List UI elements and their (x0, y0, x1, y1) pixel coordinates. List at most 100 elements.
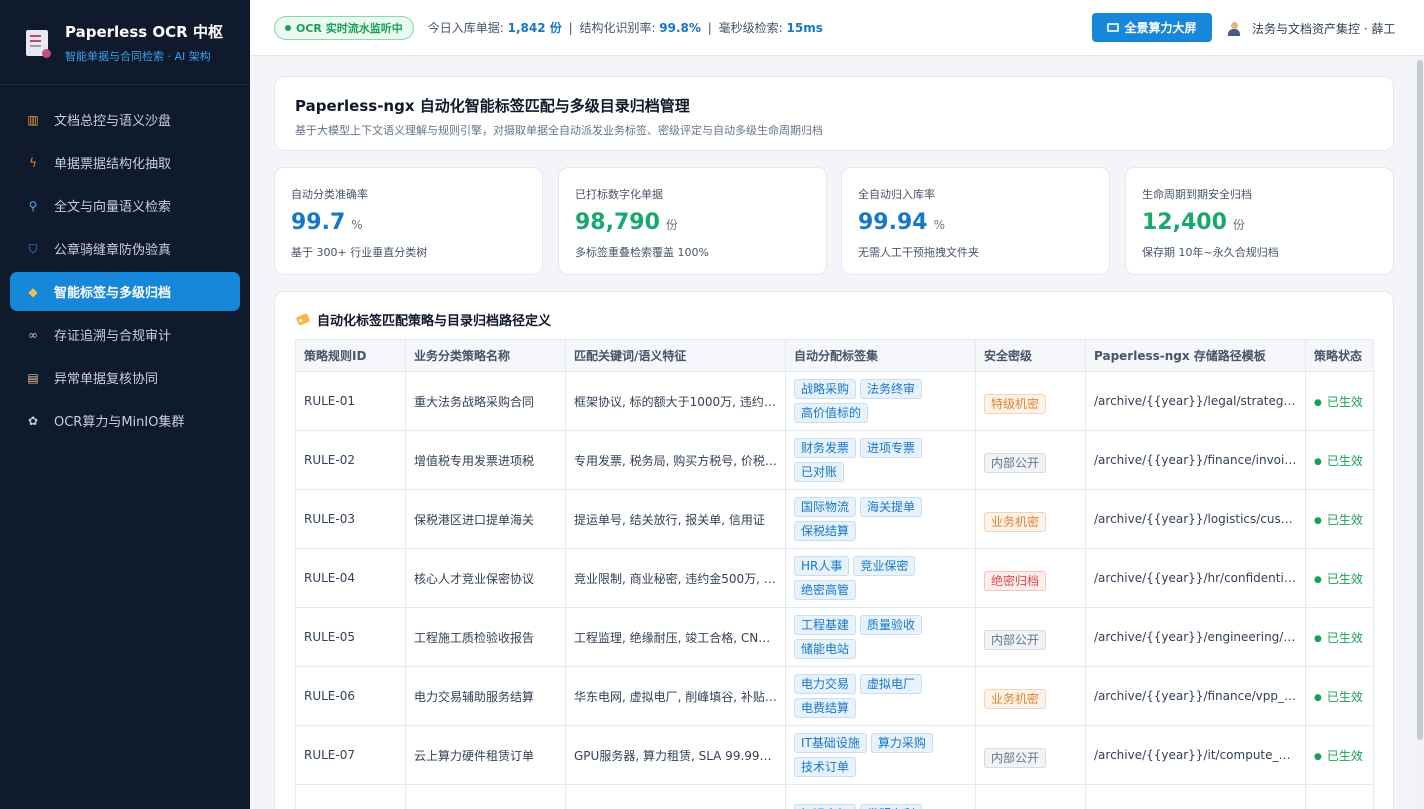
page-title: Paperless-ngx 自动化智能标签匹配与多级目录归档管理 (295, 97, 690, 115)
table-row[interactable]: RULE-06 电力交易辅助服务结算 华东电网, 虚拟电厂, 削峰填谷, 补贴电价电… (295, 666, 1374, 726)
rule-keywords: 专用发票, 税务局, 购买方税号, 价税合计 (565, 430, 786, 490)
rule-security-level-cell: 内部公开 (975, 725, 1086, 785)
tag-chip: 储能电站 (794, 639, 857, 659)
stat-value-wrap: 99.7% (291, 210, 526, 238)
table-row[interactable]: RULE-02 增值税专用发票进项税 专用发票, 税务局, 购买方税号, 价税合计财… (295, 430, 1374, 490)
rule-id (295, 784, 406, 809)
stat-value: 12,400 (1142, 210, 1227, 235)
rule-keywords: 华东电网, 虚拟电厂, 削峰填谷, 补贴电价 (565, 666, 786, 726)
table-row[interactable]: RULE-01 重大法务战略采购合同 框架协议, 标的额大于1000万, 违约责任战… (295, 371, 1374, 431)
metric-separator: | (707, 21, 712, 35)
column-header: 策略状态 (1305, 339, 1374, 372)
sidebar-item-5[interactable]: ∞ 存证追溯与合规审计 (10, 315, 240, 354)
sidebar: Paperless OCR 中枢 智能单据与合同检索 · AI 架构 ▥ 文档总控… (0, 0, 250, 809)
rule-storage-path: /archive/{{year}}/finance/invoices/vat/ (1085, 430, 1306, 490)
tag-chip: HR人事 (794, 556, 850, 576)
topbar: OCR 实时流水监听中 今日入库单据: 1,842 份 | 结构化识别率: 99… (250, 0, 1424, 56)
rule-security-level-cell (975, 784, 1086, 809)
security-level-badge: 内部公开 (984, 453, 1047, 473)
rule-security-level-cell: 内部公开 (975, 607, 1086, 667)
stat-card: 全自动归入库率 99.94% 无需人工干预拖拽文件夹 (841, 167, 1110, 275)
rules-table-title: 自动化标签匹配策略与目录归档路径定义 (295, 310, 551, 329)
top-metrics: 今日入库单据: 1,842 份 | 结构化识别率: 99.8% | 毫秒级检索:… (428, 19, 823, 36)
sidebar-item-1[interactable]: ϟ 单据票据结构化抽取 (10, 143, 240, 182)
rule-name: 保税港区进口提单海关 (405, 489, 566, 549)
rule-security-level-cell: 业务机密 (975, 489, 1086, 549)
table-row[interactable]: RULE-04 核心人才竞业保密协议 竞业限制, 商业秘密, 违约金500万, 知识… (295, 548, 1374, 608)
security-level-badge: 业务机密 (984, 689, 1047, 709)
page-header-card: Paperless-ngx 自动化智能标签匹配与多级目录归档管理 基于大模型上下… (274, 76, 1394, 151)
rule-status-cell: 已生效 (1305, 489, 1374, 549)
table-row[interactable]: RULE-07 云上算力硬件租赁订单 GPU服务器, 算力租赁, SLA 99.99… (295, 725, 1374, 785)
metric-separator: | (568, 21, 573, 35)
status-badge: 已生效 (1314, 454, 1363, 468)
rule-id: RULE-05 (295, 607, 406, 667)
tag-chip: 质量验收 (860, 615, 923, 635)
rule-storage-path: /archive/{{year}}/engineering/quality_re… (1085, 607, 1306, 667)
tag-icon: ◆ (28, 284, 38, 299)
column-header: Paperless-ngx 存储路径模板 (1085, 339, 1306, 372)
tag-chip: 发明专利 (860, 804, 923, 809)
tag-chip: 已对账 (794, 462, 845, 482)
rule-keywords: 竞业限制, 商业秘密, 违约金500万, 知识产权 (565, 548, 786, 608)
rule-storage-path: /archive/{{year}}/it/compute_hardware/ (1085, 725, 1306, 785)
scrollbar-thumb[interactable] (1417, 60, 1423, 740)
clipboard-icon: ▤ (27, 370, 39, 385)
rule-name (405, 784, 566, 809)
rule-tags: HR人事 竞业保密绝密高管 (785, 548, 976, 608)
table-row[interactable]: 知识产权发明专利 (295, 784, 1374, 809)
tag-chip: 高价值标的 (794, 403, 869, 423)
rule-name: 增值税专用发票进项税 (405, 430, 566, 490)
rule-security-level-cell: 内部公开 (975, 430, 1086, 490)
sidebar-item-3[interactable]: ⛉ 公章骑缝章防伪验真 (10, 229, 240, 268)
stat-value-wrap: 99.94% (858, 210, 1093, 238)
metric-inbound-value: 1,842 份 (507, 21, 562, 35)
sidebar-item-0[interactable]: ▥ 文档总控与语义沙盘 (10, 100, 240, 139)
rule-status-cell: 已生效 (1305, 666, 1374, 726)
rules-table-card: 自动化标签匹配策略与目录归档路径定义 策略规则ID 业务分类策略名称 匹配关键词/语… (274, 291, 1394, 809)
rule-keywords: GPU服务器, 算力租赁, SLA 99.99%, 机柜托管 (565, 725, 786, 785)
sidebar-item-label: 智能标签与多级归档 (54, 286, 172, 301)
security-level-badge: 绝密归档 (984, 571, 1047, 591)
sidebar-item-label: 存证追溯与合规审计 (54, 329, 172, 344)
rule-tags: 国际物流 海关提单保税结算 (785, 489, 976, 549)
column-header: 匹配关键词/语义特征 (565, 339, 786, 372)
sidebar-item-label: 公章骑缝章防伪验真 (54, 243, 172, 258)
rule-keywords (565, 784, 786, 809)
bar-chart-icon: ▥ (27, 112, 39, 127)
sidebar-item-4[interactable]: ◆ 智能标签与多级归档 (10, 272, 240, 311)
stat-note: 保存期 10年~永久合规归档 (1142, 246, 1279, 259)
tag-chip: IT基础设施 (794, 733, 867, 753)
stat-unit: % (933, 218, 945, 232)
sidebar-item-label: 文档总控与语义沙盘 (54, 114, 172, 129)
stat-note: 无需人工干预拖拽文件夹 (858, 246, 979, 259)
tag-chip: 国际物流 (794, 497, 857, 517)
tag-chip: 财务发票 (794, 438, 857, 458)
security-level-badge: 特级机密 (984, 394, 1047, 414)
rule-storage-path: /archive/{{year}}/finance/vpp_settlement… (1085, 666, 1306, 726)
sidebar-item-6[interactable]: ▤ 异常单据复核协同 (10, 358, 240, 397)
table-row[interactable]: RULE-03 保税港区进口提单海关 提运单号, 结关放行, 报关单, 信用证 国际物… (295, 489, 1374, 549)
user-name: 法务与文档资产集控 · 薛工 (1252, 22, 1396, 36)
sidebar-item-label: 异常单据复核协同 (54, 372, 159, 387)
rule-keywords: 工程监理, 绝缘耐压, 竣工合格, CNAS认证 (565, 607, 786, 667)
sidebar-item-label: 单据票据结构化抽取 (54, 157, 172, 172)
rule-tags: 财务发票 进项专票已对账 (785, 430, 976, 490)
big-screen-button[interactable]: 全景算力大屏 (1092, 13, 1212, 42)
sidebar-item-7[interactable]: ✿ OCR算力与MinIO集群 (10, 401, 240, 440)
security-level-badge: 业务机密 (984, 512, 1047, 532)
user-profile[interactable]: 法务与文档资产集控 · 薛工 (1228, 20, 1395, 37)
tag-chip: 电力交易 (794, 674, 857, 694)
page-scrollbar[interactable] (1416, 56, 1424, 809)
rule-storage-path: /archive/{{year}}/logistics/customs_clea… (1085, 489, 1306, 549)
tag-chip: 绝密高管 (794, 580, 857, 600)
stat-label: 已打标数字化单据 (575, 188, 663, 201)
status-badge: 已生效 (1314, 572, 1363, 586)
rule-status-cell: 已生效 (1305, 548, 1374, 608)
rule-tags: 工程基建 质量验收储能电站 (785, 607, 976, 667)
table-row[interactable]: RULE-05 工程施工质检验收报告 工程监理, 绝缘耐压, 竣工合格, CNAS认… (295, 607, 1374, 667)
sidebar-item-2[interactable]: ⚲ 全文与向量语义检索 (10, 186, 240, 225)
stat-card: 自动分类准确率 99.7% 基于 300+ 行业垂直分类树 (274, 167, 543, 275)
rule-id: RULE-02 (295, 430, 406, 490)
tag-chip: 工程基建 (794, 615, 857, 635)
